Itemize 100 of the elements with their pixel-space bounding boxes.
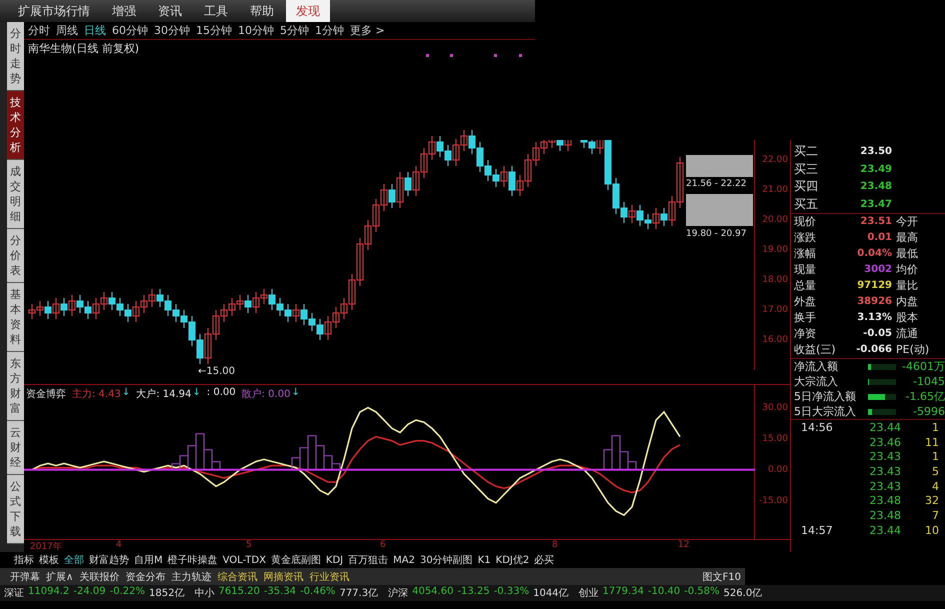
index-turnover: 526.0亿 bbox=[724, 587, 762, 600]
menu-item[interactable]: 扩展市场行情 bbox=[8, 0, 100, 22]
quote-label: 今开 bbox=[895, 215, 919, 229]
shaded-box bbox=[686, 155, 753, 177]
tick-price: 23.46 bbox=[868, 436, 901, 449]
indicator-tab[interactable]: MA2 bbox=[393, 554, 415, 566]
indicator-tab[interactable]: 必买 bbox=[534, 553, 554, 567]
quote-label: 收益(三) bbox=[794, 343, 837, 357]
quote-label: 换手 bbox=[794, 311, 817, 325]
axis-label: 16.00 bbox=[762, 335, 788, 345]
side-tab[interactable]: 云财经 bbox=[7, 421, 24, 475]
axis-label: 22.00 bbox=[762, 155, 788, 165]
indicator-name: 资金博弈 bbox=[26, 388, 66, 401]
date-label: 8 bbox=[552, 540, 558, 550]
info-tab[interactable]: 扩展∧ bbox=[46, 570, 74, 584]
indicator-tab[interactable]: VOL-TDX bbox=[222, 554, 266, 566]
price-range-label: 21.56 - 22.22 bbox=[686, 179, 746, 189]
index-change: -35.34 bbox=[264, 586, 296, 599]
period-tab[interactable]: 更多 > bbox=[350, 23, 385, 38]
quote-value: -0.066 bbox=[855, 343, 892, 357]
period-tab[interactable]: 分时 bbox=[28, 23, 50, 38]
period-tab[interactable]: 1分钟 bbox=[315, 23, 344, 38]
quote-label: 现价 bbox=[794, 215, 817, 229]
indicator-tab[interactable]: 黄金底副图 bbox=[270, 553, 321, 567]
quote-value: 38926 bbox=[856, 295, 892, 309]
tick-time: 14:57 bbox=[801, 524, 834, 537]
info-tab[interactable]: 主力轨迹 bbox=[171, 570, 212, 584]
quote-value: 3002 bbox=[863, 263, 892, 277]
period-tab[interactable]: 60分钟 bbox=[112, 23, 148, 38]
trend-arrow: ↓ bbox=[122, 387, 130, 400]
side-tab[interactable]: 分价表 bbox=[7, 229, 24, 283]
tick-volume: 7 bbox=[931, 508, 940, 522]
quote-label: 买四 bbox=[794, 178, 819, 196]
side-tab[interactable]: 成交明细 bbox=[7, 160, 24, 229]
legend-value: : 0.00 bbox=[206, 387, 236, 400]
period-tab[interactable]: 周线 bbox=[56, 23, 78, 38]
quote-label: 涨幅 bbox=[794, 247, 817, 261]
index-percent: -0.58% bbox=[684, 586, 720, 599]
menu-item[interactable]: 资讯 bbox=[148, 0, 192, 22]
flow-value: -5996 bbox=[912, 405, 945, 418]
info-tab[interactable]: 资金分布 bbox=[125, 570, 166, 584]
info-tab[interactable]: 行业资讯 bbox=[309, 570, 350, 584]
menu-item[interactable]: 发现 bbox=[286, 0, 330, 22]
date-label: 6 bbox=[380, 540, 386, 550]
quote-label: 流通 bbox=[895, 327, 919, 341]
price-label: ←15.00 bbox=[198, 366, 236, 377]
quote-label: PE(动) bbox=[895, 343, 930, 357]
indicator-tab[interactable]: 百万狙击 bbox=[348, 553, 388, 567]
quote-label: 均价 bbox=[895, 263, 919, 277]
axis-label: 21.00 bbox=[762, 185, 788, 195]
axis-label: -15.00 bbox=[758, 496, 788, 506]
quote-label: 最低 bbox=[895, 247, 919, 261]
price-range-label: 19.80 - 20.97 bbox=[686, 229, 746, 239]
info-tab[interactable]: 关联报价 bbox=[79, 570, 120, 584]
period-tab[interactable]: 30分钟 bbox=[154, 23, 190, 38]
side-tab[interactable]: 东方财富 bbox=[7, 352, 24, 421]
quote-value: 23.49 bbox=[859, 164, 892, 175]
indicator-tab[interactable]: 指标 bbox=[14, 553, 34, 567]
indicator-tab[interactable]: 财富趋势 bbox=[89, 553, 129, 567]
menu-item[interactable]: 工具 bbox=[194, 0, 238, 22]
index-name: 中小 bbox=[194, 586, 214, 600]
index-value: 11094.2 bbox=[28, 586, 70, 599]
flow-label: 5日净流入额 bbox=[794, 389, 857, 404]
side-tab[interactable]: 分时走势 bbox=[7, 22, 24, 91]
info-tab[interactable]: 综合资讯 bbox=[217, 570, 258, 584]
menu-item[interactable]: 增强 bbox=[102, 0, 146, 22]
quote-label: 外盘 bbox=[794, 295, 817, 309]
quote-value: 3.13% bbox=[856, 311, 892, 325]
side-tab[interactable]: 基本资料 bbox=[7, 283, 24, 352]
indicator-tab[interactable]: 自用M bbox=[134, 553, 163, 567]
legend-value: 大户: 14.94 bbox=[136, 388, 192, 401]
flow-label: 5日大宗流入 bbox=[794, 404, 857, 419]
info-tab[interactable]: 开弹幕 bbox=[10, 570, 40, 584]
tick-volume: 32 bbox=[924, 494, 940, 508]
axis-label: 0.00 bbox=[768, 464, 788, 475]
info-tab[interactable]: 网摘资讯 bbox=[263, 570, 304, 584]
menu-item[interactable]: 帮助 bbox=[240, 0, 284, 22]
quote-value: 23.51 bbox=[859, 215, 892, 229]
indicator-tab[interactable]: 橙子咔操盘 bbox=[168, 553, 218, 567]
indicator-tab[interactable]: 全部 bbox=[64, 553, 84, 567]
period-tab[interactable]: 日线 bbox=[84, 23, 106, 38]
side-tab[interactable]: 公式下载 bbox=[7, 475, 24, 544]
indicator-tab[interactable]: KDJ bbox=[326, 554, 344, 566]
trend-arrow: ↓ bbox=[291, 387, 300, 400]
quote-value: 23.50 bbox=[859, 146, 892, 158]
legend-value: 散户: 0.00 bbox=[242, 388, 290, 401]
tick-price: 23.44 bbox=[868, 524, 901, 537]
quote-value: 23.48 bbox=[859, 181, 892, 192]
period-tab[interactable]: 10分钟 bbox=[238, 23, 274, 38]
period-tab[interactable]: 5分钟 bbox=[280, 23, 309, 38]
indicator-tab[interactable]: K1 bbox=[478, 554, 491, 566]
indicator-tab[interactable]: KDJ优2 bbox=[496, 553, 530, 567]
info-tab[interactable]: 图文F10 bbox=[702, 570, 741, 584]
quote-value: 0.01 bbox=[866, 231, 892, 245]
tick-price: 23.44 bbox=[868, 420, 901, 434]
indicator-tab[interactable]: 30分钟副图 bbox=[420, 553, 473, 567]
indicator-tab[interactable]: 模板 bbox=[39, 553, 59, 567]
period-tab[interactable]: 15分钟 bbox=[196, 23, 232, 38]
tick-price: 23.43 bbox=[868, 450, 901, 464]
side-tab[interactable]: 技术分析 bbox=[7, 91, 24, 160]
